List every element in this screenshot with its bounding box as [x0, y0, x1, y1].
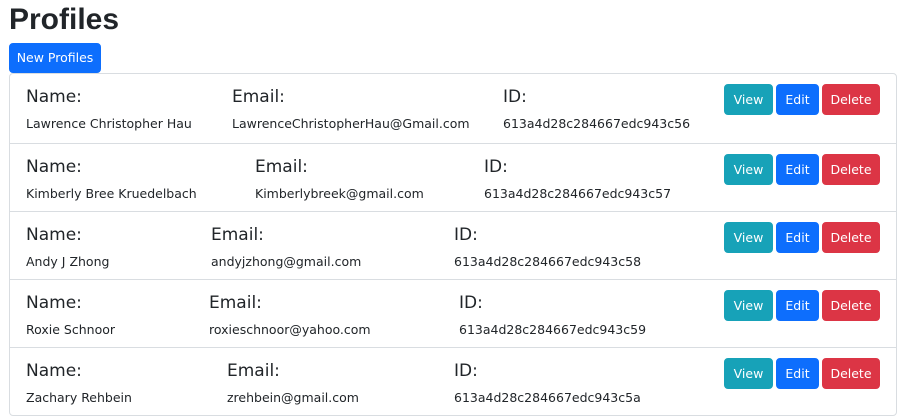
row-actions: View Edit Delete — [724, 84, 880, 115]
id-field: ID: 613a4d28c284667edc943c57 — [484, 156, 671, 202]
email-label: Email: — [209, 293, 262, 313]
name-label: Name: — [26, 157, 82, 177]
email-label: Email: — [255, 157, 308, 177]
profile-id: 613a4d28c284667edc943c58 — [454, 254, 642, 269]
delete-button[interactable]: Delete — [822, 84, 880, 115]
profile-id: 613a4d28c284667edc943c57 — [484, 186, 672, 201]
id-field: ID: 613a4d28c284667edc943c58 — [454, 224, 641, 270]
delete-button[interactable]: Delete — [822, 358, 880, 389]
name-label: Name: — [26, 361, 82, 381]
id-label: ID: — [503, 87, 527, 107]
email-label: Email: — [211, 225, 264, 245]
profiles-list: Name: Lawrence Christopher Hau Email: La… — [9, 73, 897, 416]
email-field: Email: Kimberlybreek@gmail.com — [255, 156, 424, 202]
row-actions: View Edit Delete — [724, 154, 880, 185]
name-field: Name: Roxie Schnoor — [26, 292, 115, 338]
profile-row: Name: Kimberly Bree Kruedelbach Email: K… — [10, 143, 896, 211]
view-button[interactable]: View — [724, 154, 773, 185]
id-label: ID: — [459, 293, 483, 313]
email-field: Email: zrehbein@gmail.com — [227, 360, 359, 406]
edit-button[interactable]: Edit — [776, 222, 819, 253]
name-label: Name: — [26, 87, 82, 107]
profile-name: Zachary Rehbein — [26, 390, 132, 405]
name-label: Name: — [26, 293, 82, 313]
page-title: Profiles — [9, 3, 120, 36]
edit-button[interactable]: Edit — [776, 290, 819, 321]
profile-email: zrehbein@gmail.com — [227, 390, 359, 405]
id-field: ID: 613a4d28c284667edc943c5a — [454, 360, 641, 406]
delete-button[interactable]: Delete — [822, 290, 880, 321]
edit-button[interactable]: Edit — [776, 84, 819, 115]
email-label: Email: — [232, 87, 285, 107]
email-label: Email: — [227, 361, 280, 381]
row-actions: View Edit Delete — [724, 290, 880, 321]
profiles-page: Profiles New Profiles Name: Lawrence Chr… — [0, 0, 906, 420]
profile-row: Name: Roxie Schnoor Email: roxieschnoor@… — [10, 279, 896, 347]
profile-id: 613a4d28c284667edc943c56 — [503, 116, 691, 131]
profile-id: 613a4d28c284667edc943c5a — [454, 390, 641, 405]
name-field: Name: Andy J Zhong — [26, 224, 109, 270]
edit-button[interactable]: Edit — [776, 358, 819, 389]
id-field: ID: 613a4d28c284667edc943c59 — [459, 292, 646, 338]
email-field: Email: andyjzhong@gmail.com — [211, 224, 361, 270]
new-profiles-button[interactable]: New Profiles — [9, 43, 101, 73]
email-field: Email: LawrenceChristopherHau@Gmail.com — [232, 86, 470, 132]
delete-button[interactable]: Delete — [822, 154, 880, 185]
email-field: Email: roxieschnoor@yahoo.com — [209, 292, 371, 338]
id-field: ID: 613a4d28c284667edc943c56 — [503, 86, 690, 132]
name-label: Name: — [26, 225, 82, 245]
profile-name: Roxie Schnoor — [26, 322, 116, 337]
view-button[interactable]: View — [724, 222, 773, 253]
delete-button[interactable]: Delete — [822, 222, 880, 253]
id-label: ID: — [454, 225, 478, 245]
name-field: Name: Zachary Rehbein — [26, 360, 132, 406]
profile-id: 613a4d28c284667edc943c59 — [459, 322, 647, 337]
id-label: ID: — [484, 157, 508, 177]
row-actions: View Edit Delete — [724, 358, 880, 389]
name-field: Name: Lawrence Christopher Hau — [26, 86, 192, 132]
profile-email: Kimberlybreek@gmail.com — [255, 186, 424, 201]
profile-row: Name: Andy J Zhong Email: andyjzhong@gma… — [10, 211, 896, 279]
edit-button[interactable]: Edit — [776, 154, 819, 185]
view-button[interactable]: View — [724, 84, 773, 115]
id-label: ID: — [454, 361, 478, 381]
profile-name: Lawrence Christopher Hau — [26, 116, 192, 131]
profile-row: Name: Lawrence Christopher Hau Email: La… — [10, 74, 896, 143]
profile-email: LawrenceChristopherHau@Gmail.com — [232, 116, 470, 131]
profile-name: Kimberly Bree Kruedelbach — [26, 186, 197, 201]
profile-row: Name: Zachary Rehbein Email: zrehbein@gm… — [10, 347, 896, 415]
view-button[interactable]: View — [724, 290, 773, 321]
profile-name: Andy J Zhong — [26, 254, 110, 269]
view-button[interactable]: View — [724, 358, 773, 389]
name-field: Name: Kimberly Bree Kruedelbach — [26, 156, 197, 202]
profile-email: andyjzhong@gmail.com — [211, 254, 362, 269]
profile-email: roxieschnoor@yahoo.com — [209, 322, 371, 337]
row-actions: View Edit Delete — [724, 222, 880, 253]
